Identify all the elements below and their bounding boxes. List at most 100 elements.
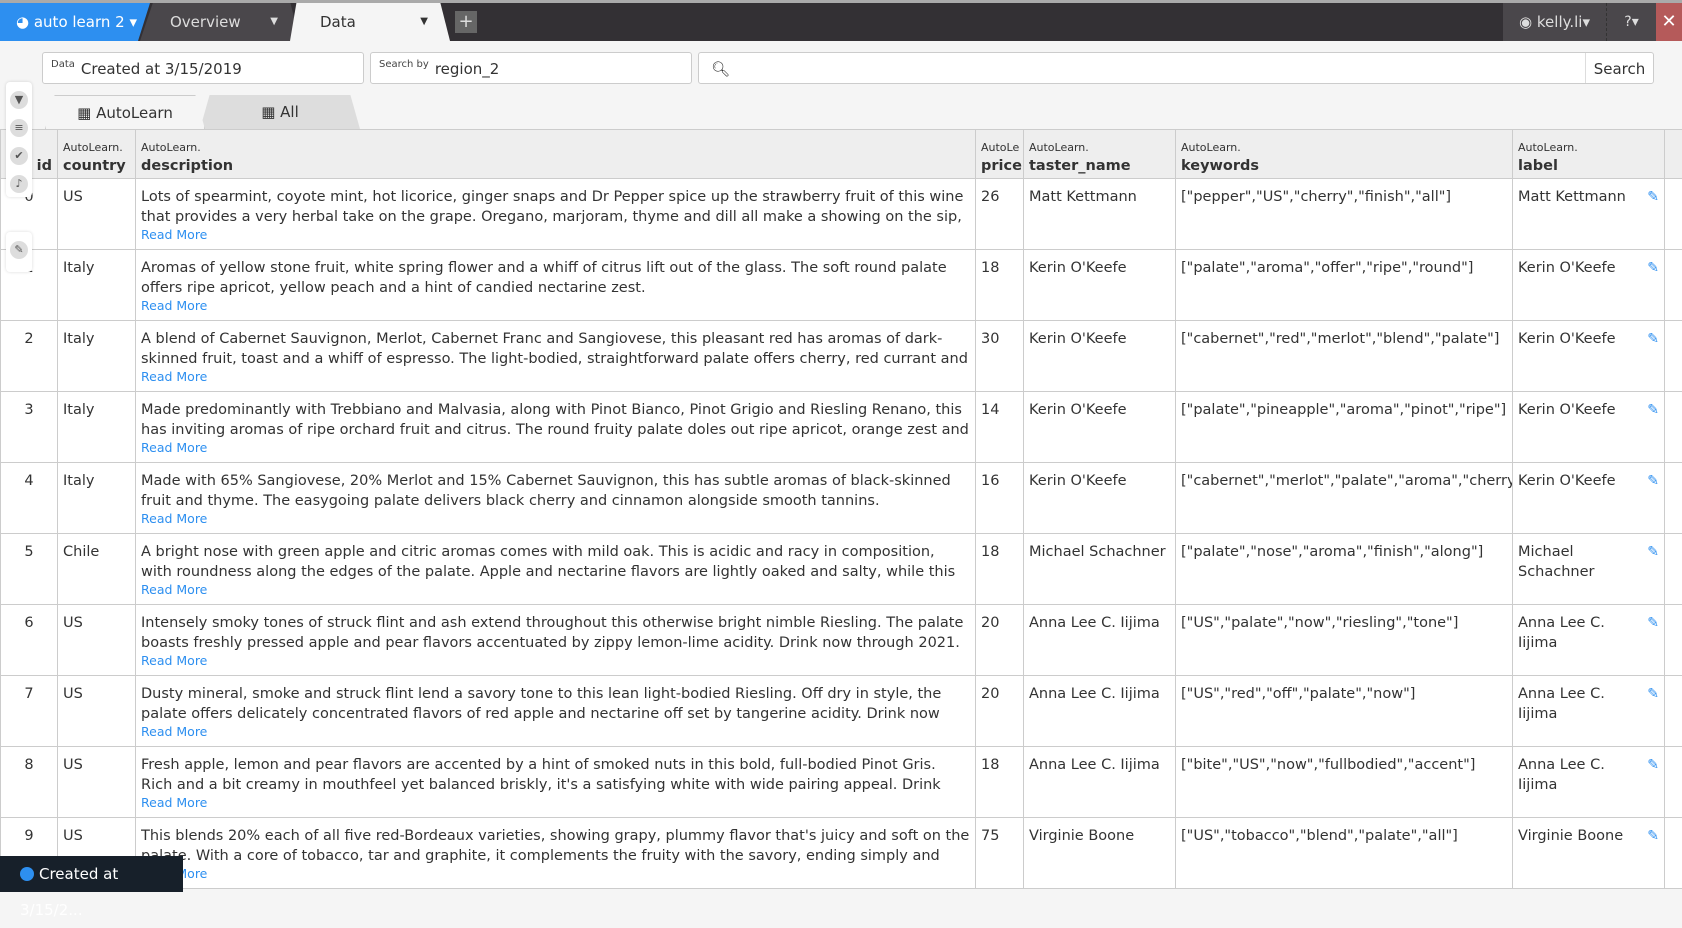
edit-pencil-icon[interactable]: ✎ bbox=[1647, 258, 1659, 278]
cell-description: Dusty mineral, smoke and struck flint le… bbox=[136, 676, 976, 747]
search-by-select[interactable]: Search byregion_2 bbox=[370, 52, 692, 84]
column-header-keywords[interactable]: AutoLearn. keywords bbox=[1176, 130, 1513, 179]
pie-icon bbox=[20, 867, 34, 881]
search-input[interactable] bbox=[738, 61, 1538, 77]
cell-description: A bright nose with green apple and citri… bbox=[136, 534, 976, 605]
column-name: keywords bbox=[1181, 158, 1259, 174]
table-row[interactable]: 5 Chile A bright nose with green apple a… bbox=[1, 534, 1682, 605]
column-header-description[interactable]: AutoLearn.description bbox=[136, 130, 976, 179]
cell-description: Fresh apple, lemon and pear flavors are … bbox=[136, 747, 976, 818]
read-more-link[interactable]: Read More bbox=[141, 795, 970, 811]
edit-pencil-icon[interactable]: ✎ bbox=[1647, 400, 1659, 420]
read-more-link[interactable]: Read More bbox=[141, 298, 970, 314]
checkbox-icon[interactable]: ✔ bbox=[10, 147, 28, 165]
cell-label[interactable]: ✎Kerin O'Keefe bbox=[1513, 321, 1665, 392]
cell-label[interactable]: ✎ Michael Schachner bbox=[1513, 534, 1665, 605]
cell-country: Italy bbox=[58, 250, 136, 321]
read-more-link[interactable]: Read More bbox=[141, 369, 970, 385]
column-header-price[interactable]: AutoLeprice bbox=[976, 130, 1024, 179]
label-text: Anna Lee C. Iijima bbox=[1518, 757, 1605, 793]
cell-country: Italy bbox=[58, 321, 136, 392]
edit-pencil-icon[interactable]: ✎ bbox=[1647, 471, 1659, 491]
table-row[interactable]: 1 Italy Aromas of yellow stone fruit, wh… bbox=[1, 250, 1682, 321]
description-text: Made predominantly with Trebbiano and Ma… bbox=[141, 400, 970, 440]
table-row[interactable]: 7 US Dusty mineral, smoke and struck fli… bbox=[1, 676, 1682, 747]
table-row[interactable]: 9 US This blends 20% each of all five re… bbox=[1, 818, 1682, 889]
read-more-link[interactable]: Read More bbox=[141, 653, 970, 669]
edit-pencil-icon[interactable]: ✎ bbox=[1647, 187, 1659, 207]
search-by-value: region_2 bbox=[435, 60, 499, 78]
search-field[interactable]: 🔍︎ Search bbox=[698, 52, 1654, 84]
column-prefix: AutoLearn. bbox=[1181, 141, 1507, 154]
read-more-link[interactable]: Read More bbox=[141, 724, 970, 740]
read-more-link[interactable]: Read More bbox=[141, 511, 970, 527]
read-more-link[interactable]: Read More bbox=[141, 582, 970, 598]
table-row[interactable]: 3 Italy Made predominantly with Trebbian… bbox=[1, 392, 1682, 463]
column-header-label[interactable]: AutoLearn.label bbox=[1513, 130, 1665, 179]
project-menu[interactable]: ◕ auto learn 2 ▾ bbox=[0, 3, 150, 41]
cell-taster-name: Kerin O'Keefe bbox=[1024, 321, 1176, 392]
cell-taster-name: Anna Lee C. Iijima bbox=[1024, 747, 1176, 818]
cell-label[interactable]: ✎Matt Kettmann bbox=[1513, 179, 1665, 250]
edit-pencil-icon[interactable]: ✎ bbox=[1647, 755, 1659, 775]
toast-text: Created at 3/15/2... bbox=[20, 865, 118, 919]
add-tab-button[interactable]: + bbox=[455, 11, 477, 33]
column-header-taster_name[interactable]: AutoLearn.taster_name bbox=[1024, 130, 1176, 179]
close-button[interactable]: ✕ bbox=[1656, 3, 1682, 41]
edit-pencil-icon[interactable]: ✎ bbox=[1647, 542, 1659, 562]
cell-description: Made with 65% Sangiovese, 20% Merlot and… bbox=[136, 463, 976, 534]
cell-label[interactable]: ✎Kerin O'Keefe bbox=[1513, 463, 1665, 534]
side-toolbar: ▼ ≡ ✔ ♪ bbox=[6, 82, 32, 197]
label-text: Michael Schachner bbox=[1518, 544, 1595, 580]
cell-label[interactable]: ✎Kerin O'Keefe bbox=[1513, 250, 1665, 321]
column-header-country[interactable]: AutoLearn.country bbox=[58, 130, 136, 179]
column-name: label bbox=[1518, 158, 1558, 174]
table-icon: ▦ bbox=[77, 104, 96, 122]
filter-icon[interactable]: ▼ bbox=[10, 91, 28, 109]
table-row[interactable]: 8 US Fresh apple, lemon and pear flavors… bbox=[1, 747, 1682, 818]
cell-label[interactable]: ✎ Anna Lee C. Iijima bbox=[1513, 747, 1665, 818]
help-menu[interactable]: ?▾ bbox=[1606, 3, 1656, 41]
read-more-link[interactable]: Read More bbox=[141, 866, 970, 882]
cell-spacer bbox=[1665, 321, 1682, 392]
table-row[interactable]: 4 Italy Made with 65% Sangiovese, 20% Me… bbox=[1, 463, 1682, 534]
table-row[interactable]: 2 Italy A blend of Cabernet Sauvignon, M… bbox=[1, 321, 1682, 392]
cell-id: 6 bbox=[1, 605, 58, 676]
read-more-link[interactable]: Read More bbox=[141, 227, 970, 243]
cell-price: 18 bbox=[976, 250, 1024, 321]
table-tab-autolearn[interactable]: ▦ AutoLearn bbox=[45, 95, 205, 129]
edit-pencil-icon[interactable]: ✎ bbox=[1647, 684, 1659, 704]
table-tab-all[interactable]: ▦ All bbox=[200, 95, 360, 129]
cell-keywords: ["US","palate","now","riesling","tone"] bbox=[1176, 605, 1513, 676]
edit-pencil-icon[interactable]: ✎ bbox=[1647, 329, 1659, 349]
description-text: This blends 20% each of all five red-Bor… bbox=[141, 826, 970, 866]
tab-data[interactable]: Data▼ bbox=[290, 3, 450, 41]
description-text: Made with 65% Sangiovese, 20% Merlot and… bbox=[141, 471, 970, 511]
edit-pencil-icon[interactable]: ✎ bbox=[1647, 826, 1659, 846]
bell-icon[interactable]: ♪ bbox=[10, 175, 28, 193]
cell-label[interactable]: ✎Virginie Boone bbox=[1513, 818, 1665, 889]
cell-label[interactable]: ✎Anna Lee C. Iijima bbox=[1513, 676, 1665, 747]
cell-label[interactable]: ✎Anna Lee C. Iijima bbox=[1513, 605, 1665, 676]
tab-overview[interactable]: Overview▼ bbox=[140, 3, 300, 41]
cell-price: 16 bbox=[976, 463, 1024, 534]
data-table: idAutoLearn.countryAutoLearn.description… bbox=[0, 129, 1682, 889]
table-row[interactable]: 0 US Lots of spearmint, coyote mint, hot… bbox=[1, 179, 1682, 250]
status-toast[interactable]: Created at 3/15/2... bbox=[0, 856, 183, 892]
cell-country: Chile bbox=[58, 534, 136, 605]
edit-pencil-icon[interactable]: ✎ bbox=[1647, 613, 1659, 633]
caret-down-icon[interactable]: ▼ bbox=[270, 3, 278, 41]
search-icon: 🔍︎ bbox=[711, 60, 730, 78]
database-icon[interactable]: ≡ bbox=[10, 119, 28, 137]
cell-label[interactable]: ✎Kerin O'Keefe bbox=[1513, 392, 1665, 463]
read-more-link[interactable]: Read More bbox=[141, 440, 970, 456]
data-select[interactable]: DataCreated at 3/15/2019 bbox=[42, 52, 364, 84]
pencil-icon[interactable]: ✎ bbox=[10, 241, 28, 259]
table-row[interactable]: 6 US Intensely smoky tones of struck fli… bbox=[1, 605, 1682, 676]
caret-down-icon[interactable]: ▼ bbox=[420, 3, 428, 41]
cell-taster-name: Matt Kettmann bbox=[1024, 179, 1176, 250]
description-text: Lots of spearmint, coyote mint, hot lico… bbox=[141, 187, 970, 227]
user-menu[interactable]: ◉ kelly.li▾ bbox=[1503, 3, 1606, 41]
search-button[interactable]: Search bbox=[1585, 53, 1653, 83]
cell-country: Italy bbox=[58, 392, 136, 463]
